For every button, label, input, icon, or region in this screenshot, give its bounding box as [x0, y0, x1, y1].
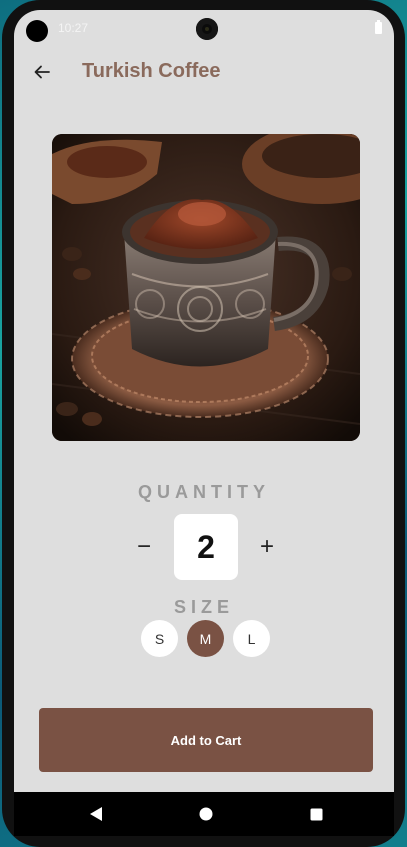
increment-button[interactable]: +: [257, 534, 277, 562]
punch-hole-camera: [196, 18, 218, 40]
square-recents-icon: [310, 808, 322, 820]
status-time: 10:27: [58, 21, 89, 35]
app-bar: Turkish Coffee: [14, 50, 394, 94]
triangle-back-icon: [90, 807, 102, 821]
size-selector: S M L: [14, 620, 394, 658]
decrement-button[interactable]: −: [134, 534, 154, 562]
size-option-m[interactable]: M: [187, 620, 224, 657]
front-camera-dot: [26, 20, 48, 42]
back-button[interactable]: [28, 58, 56, 86]
battery-icon: [375, 20, 382, 34]
status-bar: 10:27: [14, 10, 394, 46]
turkish-coffee-cup-icon: [52, 134, 360, 441]
quantity-stepper: − 2 +: [14, 514, 394, 580]
quantity-label: QUANTITY: [138, 482, 270, 502]
nav-back-button[interactable]: [86, 804, 106, 824]
add-to-cart-button[interactable]: Add to Cart: [39, 708, 373, 772]
nav-home-button[interactable]: [196, 804, 216, 824]
circle-home-icon: [199, 807, 213, 821]
product-image: [52, 134, 360, 441]
size-option-l[interactable]: L: [233, 620, 270, 657]
arrow-left-icon: [34, 65, 50, 79]
system-nav-bar: [14, 792, 394, 836]
size-option-s[interactable]: S: [141, 620, 178, 657]
size-label: SIZE: [173, 597, 234, 617]
phone-frame: 10:27 Turkish Coffee QUANTITY − 2 + SIZE…: [2, 0, 405, 847]
app-screen: 10:27 Turkish Coffee QUANTITY − 2 + SIZE…: [14, 10, 394, 836]
nav-recents-button[interactable]: [306, 804, 326, 824]
page-title: Turkish Coffee: [82, 60, 221, 82]
quantity-value: 2: [174, 514, 238, 580]
